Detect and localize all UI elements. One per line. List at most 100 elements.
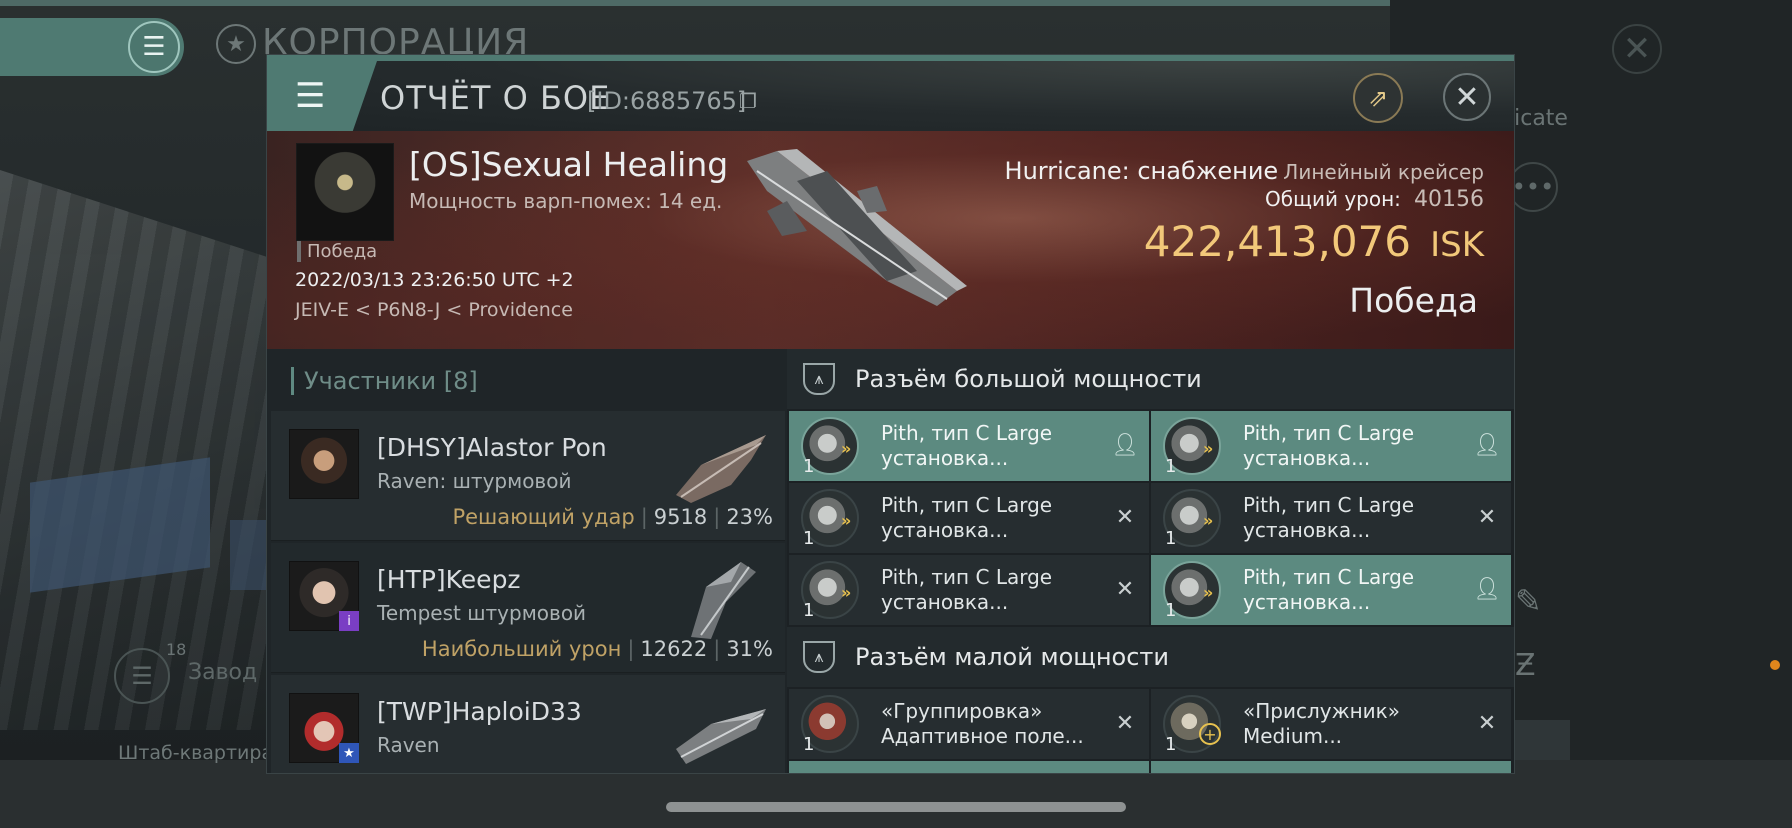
- module-item[interactable]: 1 «Группировка» Адаптивное поле... ✕: [789, 689, 1149, 759]
- total-damage-value: 40156: [1414, 187, 1484, 212]
- edit-icon[interactable]: ✎: [1515, 582, 1542, 620]
- close-icon[interactable]: ✕: [1612, 24, 1662, 74]
- low-slot-icon: ⩚: [803, 641, 835, 673]
- module-quantity: 1: [803, 456, 815, 477]
- module-name: Pith, тип C Large установка...: [1243, 421, 1415, 470]
- tech-chevron-icon: »: [841, 583, 851, 602]
- module-quantity: 1: [1165, 528, 1177, 549]
- dropped-person-icon: 👤︎: [1473, 432, 1501, 458]
- participant-ship: Tempest штурмовой: [377, 601, 587, 625]
- divider: |: [627, 637, 635, 661]
- top-damage-label: Наибольший урон: [421, 637, 622, 661]
- module-item[interactable]: » 1 Pith, тип C Large установка... 👤︎: [1151, 411, 1511, 481]
- battle-result: Победа: [1349, 281, 1478, 320]
- module-name: Pith, тип C Large установка...: [1243, 565, 1415, 614]
- low-slot-title: Разъём малой мощности: [855, 643, 1170, 671]
- participant-name: [DHSY]Alastor Pon: [377, 433, 607, 462]
- destroyed-x-icon: ✕: [1115, 576, 1135, 602]
- participant-row[interactable]: [DHSY]Alastor Pon Raven: штурмовой Решаю…: [271, 411, 785, 541]
- module-item[interactable]: + 1 «Прислужник» Medium... ✕: [1151, 689, 1511, 759]
- more-icon[interactable]: •••: [1508, 162, 1558, 212]
- divider: |: [640, 505, 648, 529]
- tech-chevron-icon: »: [1203, 511, 1213, 530]
- module-name: Pith, тип C Large установка...: [1243, 493, 1415, 542]
- home-indicator[interactable]: [666, 802, 1126, 812]
- total-damage-label: Общий урон:: [1265, 187, 1401, 211]
- modal-title: ОТЧЁТ О БОЕ: [380, 79, 611, 117]
- module-name: Pith, тип C Large установка...: [881, 421, 1053, 470]
- tech-chevron-icon: »: [841, 439, 851, 458]
- copy-icon[interactable]: ❐: [739, 89, 757, 113]
- destroyed-x-icon: ✕: [1477, 710, 1497, 736]
- participant-damage: 9518: [653, 505, 708, 529]
- module-item[interactable]: » 1 Pith, тип C Large установка... 👤︎: [1151, 555, 1511, 625]
- module-name: «Прислужник» Medium...: [1243, 699, 1400, 748]
- participant-ship-image: [676, 435, 766, 503]
- module-item[interactable]: » 1 Pith, тип C Large установка... ✕: [789, 483, 1149, 553]
- dropped-person-icon: 👤︎: [1111, 432, 1139, 458]
- share-button[interactable]: ⇗: [1353, 73, 1403, 123]
- module-item-partial[interactable]: [789, 761, 1149, 773]
- module-quantity: 1: [1165, 734, 1177, 755]
- corp-menu-button[interactable]: ☰: [0, 18, 184, 76]
- victim-ship-class: Линейный крейсер: [1283, 160, 1484, 184]
- isk-unit: ISK: [1430, 225, 1484, 265]
- module-item[interactable]: » 1 Pith, тип C Large установка... ✕: [789, 555, 1149, 625]
- participant-percent: 23%: [726, 505, 773, 529]
- kill-datetime: 2022/03/13 23:26:50 UTC +2: [295, 269, 574, 291]
- module-name: Pith, тип C Large установка...: [881, 493, 1053, 542]
- close-button[interactable]: ✕: [1443, 73, 1491, 121]
- factory-icon[interactable]: ☰: [114, 648, 170, 704]
- participant-portrait[interactable]: [289, 429, 359, 499]
- participant-name: [HTP]Keepz: [377, 565, 521, 594]
- victim-ship-image[interactable]: [737, 141, 977, 311]
- module-item-partial[interactable]: [1151, 761, 1511, 773]
- final-blow-label: Решающий удар: [452, 505, 635, 529]
- participant-portrait[interactable]: i: [289, 561, 359, 631]
- participant-row[interactable]: i [HTP]Keepz Tempest штурмовой Наибольши…: [271, 543, 785, 673]
- participant-portrait[interactable]: ★: [289, 693, 359, 763]
- victim-portrait[interactable]: [296, 143, 394, 241]
- module-quantity: 1: [803, 734, 815, 755]
- filter-icon[interactable]: Ƶ: [1515, 648, 1536, 683]
- module-item[interactable]: » 1 Pith, тип C Large установка... 👤︎: [789, 411, 1149, 481]
- report-id: [ID:6885765]: [587, 87, 747, 115]
- corp-badge-icon: i: [339, 611, 359, 631]
- divider: |: [713, 505, 721, 529]
- module-quantity: 1: [803, 528, 815, 549]
- victim-name[interactable]: [OS]Sexual Healing: [409, 145, 728, 184]
- dropped-person-icon: 👤︎: [1473, 576, 1501, 602]
- participants-panel: Участники [8] [DHSY]Alastor Pon Raven: ш…: [267, 349, 787, 773]
- destroyed-x-icon: ✕: [1115, 710, 1135, 736]
- participant-ship: Raven: [377, 733, 440, 757]
- module-item[interactable]: » 1 Pith, тип C Large установка... ✕: [1151, 483, 1511, 553]
- participant-ship: Raven: штурмовой: [377, 469, 572, 493]
- destroyed-x-icon: ✕: [1477, 504, 1497, 530]
- participant-percent: 31%: [726, 637, 773, 661]
- plus-icon: +: [1199, 723, 1221, 745]
- participant-row[interactable]: ★ [TWP]HaploiD33 Raven: [271, 675, 785, 773]
- high-slot-title: Разъём большой мощности: [855, 365, 1202, 393]
- corp-star-icon: ★: [216, 24, 256, 64]
- isk-amount: 422,413,076: [1143, 217, 1411, 266]
- victim-ship-name[interactable]: Hurricane: снабжение: [1005, 157, 1279, 185]
- victim-ship-line: Hurricane: снабжение Линейный крейсер: [1005, 157, 1484, 185]
- star-badge-icon: ★: [339, 743, 359, 763]
- tech-chevron-icon: »: [1203, 439, 1213, 458]
- combat-report-modal: ☰ ОТЧЁТ О БОЕ [ID:6885765] ❐ ⇗ ✕ [OS]Sex…: [266, 54, 1515, 774]
- participant-ship-image: [676, 709, 766, 764]
- kill-location[interactable]: JEIV-E < P6N8-J < Providence: [295, 299, 573, 321]
- victim-warp-strength: Мощность варп-помех: 14 ед.: [409, 189, 723, 213]
- participant-ship-image: [691, 562, 756, 639]
- share-icon: ⇗: [1367, 84, 1389, 112]
- destroyed-x-icon: ✕: [1115, 504, 1135, 530]
- close-icon: ✕: [1454, 79, 1480, 115]
- modal-menu-button[interactable]: ☰: [267, 61, 377, 131]
- victim-status: Победа: [297, 241, 377, 262]
- participant-damage: 12622: [640, 637, 708, 661]
- notification-dot: [1770, 660, 1780, 670]
- participant-name: [TWP]HaploiD33: [377, 697, 582, 726]
- high-slot-icon: ⩚: [803, 363, 835, 395]
- module-quantity: 1: [1165, 600, 1177, 621]
- participants-header[interactable]: Участники [8]: [291, 367, 478, 395]
